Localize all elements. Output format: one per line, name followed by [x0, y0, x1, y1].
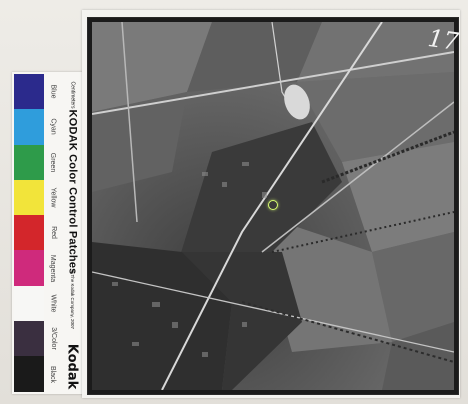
patch-label: Yellow [49, 187, 57, 208]
patch-yellow [14, 179, 44, 216]
patch-label: Magenta [49, 254, 57, 282]
patch-magenta [14, 250, 44, 286]
patch-green [14, 144, 44, 180]
patch-black [14, 356, 44, 392]
patch-label: White [49, 294, 57, 313]
patch-label: Cyan [49, 118, 57, 136]
patch-label: Green [49, 152, 57, 172]
frame-number: 17 [426, 24, 461, 56]
marked-point-circle [268, 200, 278, 210]
centimeters-label: Centimeters [69, 81, 76, 109]
patch-labels: Blue Cyan Green Yellow Red Magenta White… [44, 74, 62, 392]
patch-label: Black [49, 365, 57, 383]
patch-label: 3/Color [49, 327, 57, 351]
patch-label: Blue [49, 84, 57, 99]
patch-blue [14, 74, 44, 110]
strip-title: KODAK Color Control Patches [66, 109, 79, 275]
patch-label: Red [49, 226, 57, 240]
kodak-logo: Kodak [64, 343, 80, 389]
strip-copyright: © The Kodak Company, 2007 [69, 269, 75, 329]
patch-red [14, 215, 44, 251]
color-patches [14, 74, 44, 392]
patch-3color [14, 321, 44, 357]
patch-white [14, 285, 44, 322]
patch-cyan [14, 109, 44, 145]
strip-brand-column: Centimeters KODAK Color Control Patches … [62, 74, 132, 392]
kodak-color-control-strip: Blue Cyan Green Yellow Red Magenta White… [12, 72, 132, 394]
